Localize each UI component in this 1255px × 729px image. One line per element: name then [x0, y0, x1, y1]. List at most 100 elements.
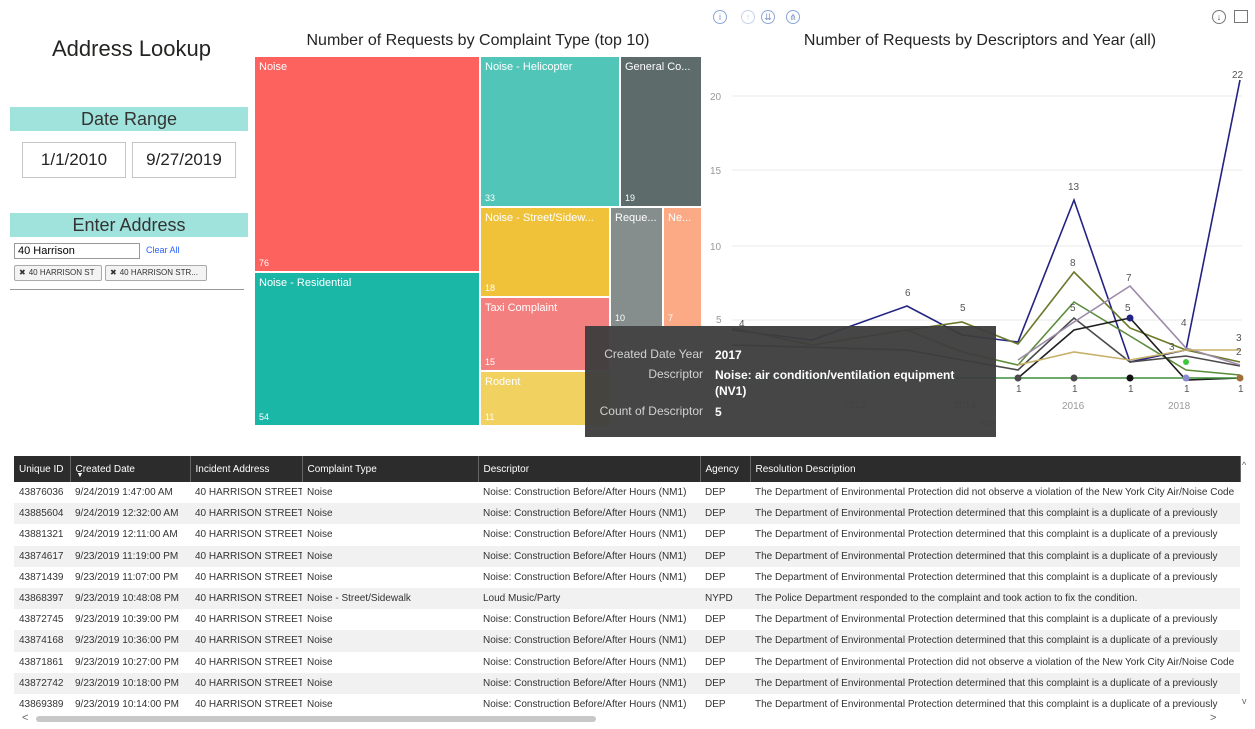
expand-next-level-icon[interactable]: ⇊ [761, 10, 775, 24]
scroll-left-icon[interactable]: < [22, 712, 28, 724]
table-cell: 43871439 [14, 566, 70, 588]
table-cell: 40 HARRISON STREET [190, 587, 302, 610]
treemap-tile-noise-street[interactable]: Noise - Street/Sidew... 18 [480, 207, 610, 297]
end-date-field[interactable]: 9/27/2019 [132, 142, 236, 178]
table-row[interactable]: 43871861 9/23/2019 10:27:00 PM 40 HARRISON… [14, 651, 1240, 673]
scroll-up-icon[interactable]: ^ [1242, 460, 1246, 470]
tile-value: 10 [615, 313, 626, 323]
start-date-field[interactable]: 1/1/2010 [22, 142, 126, 178]
table-row[interactable]: 43874617 9/23/2019 11:19:00 PM 40 HARRISON… [14, 545, 1240, 567]
tooltip-value: Noise: air condition/ventilation equipme… [715, 368, 955, 398]
table-cell: 9/23/2019 10:18:00 PM [70, 672, 190, 694]
column-header[interactable]: Descriptor [478, 456, 701, 482]
table-cell: Noise [302, 672, 478, 694]
expand-hierarchy-icon[interactable]: ⋔ [786, 10, 800, 24]
table-cell: The Department of Environmental Protecti… [750, 630, 1240, 652]
horizontal-scrollbar[interactable] [36, 716, 596, 722]
column-header[interactable]: Resolution Description [750, 456, 1241, 482]
tile-value: 15 [485, 357, 496, 367]
table-cell: The Department of Environmental Protecti… [750, 609, 1240, 631]
table-cell: Noise [302, 566, 478, 588]
tile-value: 7 [668, 313, 674, 323]
address-chip[interactable]: ✖ 40 HARRISON STR... [105, 265, 207, 281]
table-row[interactable]: 43869389 9/23/2019 10:14:00 PM 40 HARRISON… [14, 693, 1240, 716]
series-marker[interactable] [1236, 374, 1244, 382]
x-tick-label: 2018 [1168, 401, 1191, 412]
table-cell: 40 HARRISON STREET [190, 609, 302, 631]
table-cell: 43874168 [14, 630, 70, 652]
series-marker[interactable] [1126, 314, 1134, 322]
series-marker[interactable] [1014, 374, 1022, 382]
column-header[interactable]: Complaint Type [302, 456, 479, 482]
close-icon[interactable]: ✖ [19, 268, 26, 277]
table-cell: Noise: Construction Before/After Hours (… [478, 630, 700, 652]
table-cell: Noise [302, 524, 478, 546]
table-row[interactable]: 43872742 9/23/2019 10:18:00 PM 40 HARRISON… [14, 672, 1240, 694]
enter-address-header: Enter Address [10, 213, 248, 237]
info-icon[interactable]: i [713, 10, 727, 24]
column-header[interactable]: Unique ID [14, 456, 71, 482]
series-marker[interactable] [1182, 374, 1190, 382]
table-row[interactable]: 43885604 9/24/2019 12:32:00 AM 40 HARRISON… [14, 503, 1240, 525]
address-chip-label: 40 HARRISON STR... [119, 268, 198, 277]
tooltip-value: 2017 [715, 348, 742, 362]
table-row[interactable]: 43876036 9/24/2019 1:47:00 AM 40 HARRISON … [14, 482, 1240, 504]
table-cell: 9/23/2019 10:14:00 PM [70, 693, 190, 716]
treemap-tile-noise[interactable]: Noise 76 [254, 56, 480, 272]
series-marker[interactable] [1183, 359, 1189, 365]
table-cell: DEP [700, 651, 750, 673]
table-cell: DEP [700, 609, 750, 631]
table-cell: DEP [700, 630, 750, 652]
table-cell: DEP [700, 672, 750, 694]
treemap-tile-general[interactable]: General Co... 19 [620, 56, 702, 207]
close-icon[interactable]: ✖ [110, 268, 117, 277]
tile-value: 18 [485, 283, 496, 293]
data-label: 2 [1236, 347, 1242, 358]
table-cell: 9/24/2019 12:32:00 AM [70, 503, 190, 525]
treemap-tile-noise-residential[interactable]: Noise - Residential 54 [254, 272, 480, 426]
table-cell: DEP [700, 693, 750, 716]
table-row[interactable]: 43871439 9/23/2019 11:07:00 PM 40 HARRISON… [14, 566, 1240, 588]
column-header[interactable]: Agency [700, 456, 751, 482]
column-header[interactable]: Created Date ▼ [70, 456, 191, 482]
table-cell: Noise [302, 609, 478, 631]
table-cell: 43881321 [14, 524, 70, 546]
data-label: 13 [1068, 182, 1080, 193]
series-line[interactable] [1017, 284, 1241, 366]
data-label: 4 [1181, 318, 1187, 329]
table-row[interactable]: 43868397 9/23/2019 10:48:08 PM 40 HARRISON… [14, 587, 1240, 610]
tile-value: 33 [485, 193, 496, 203]
tile-label: Reque... [615, 212, 657, 224]
y-tick-label: 15 [710, 166, 722, 177]
tile-value: 19 [625, 193, 636, 203]
series-marker[interactable] [1126, 374, 1134, 382]
treemap-tile-noise-helicopter[interactable]: Noise - Helicopter 33 [480, 56, 620, 207]
table-cell: 40 HARRISON STREET [190, 566, 302, 588]
chart-tooltip: Created Date Year 2017 Descriptor Noise:… [585, 326, 996, 437]
tile-label: Noise - Helicopter [485, 61, 573, 73]
data-label: 1 [1184, 384, 1190, 395]
table-cell: Loud Music/Party [478, 587, 700, 610]
table-cell: Noise [302, 651, 478, 673]
focus-mode-icon[interactable] [1234, 10, 1248, 23]
table-cell: Noise: Construction Before/After Hours (… [478, 524, 700, 546]
scroll-down-icon[interactable]: v [1242, 696, 1247, 706]
scroll-right-icon[interactable]: > [1210, 712, 1216, 724]
tooltip-key: Created Date Year [604, 347, 703, 361]
address-search-input[interactable] [14, 243, 140, 259]
column-header[interactable]: Incident Address [190, 456, 303, 482]
clear-all-link[interactable]: Clear All [146, 245, 180, 255]
table-cell: The Department of Environmental Protecti… [750, 545, 1240, 567]
drill-down-icon[interactable]: ↓ [1212, 10, 1226, 24]
table-row[interactable]: 43872745 9/23/2019 10:39:00 PM 40 HARRISON… [14, 609, 1240, 631]
table-row[interactable]: 43881321 9/24/2019 12:11:00 AM 40 HARRISON… [14, 524, 1240, 546]
treemap-tile-ne[interactable]: Ne... 7 [663, 207, 702, 327]
y-tick-label: 20 [710, 92, 722, 103]
table-row[interactable]: 43874168 9/23/2019 10:36:00 PM 40 HARRISON… [14, 630, 1240, 652]
series-marker[interactable] [1070, 374, 1078, 382]
address-chip[interactable]: ✖ 40 HARRISON ST [14, 265, 102, 281]
page-title: Address Lookup [52, 36, 211, 61]
treemap-tile-request[interactable]: Reque... 10 [610, 207, 663, 327]
table-cell: Noise: Construction Before/After Hours (… [478, 672, 700, 694]
drill-up-icon[interactable]: ↑ [741, 10, 755, 24]
